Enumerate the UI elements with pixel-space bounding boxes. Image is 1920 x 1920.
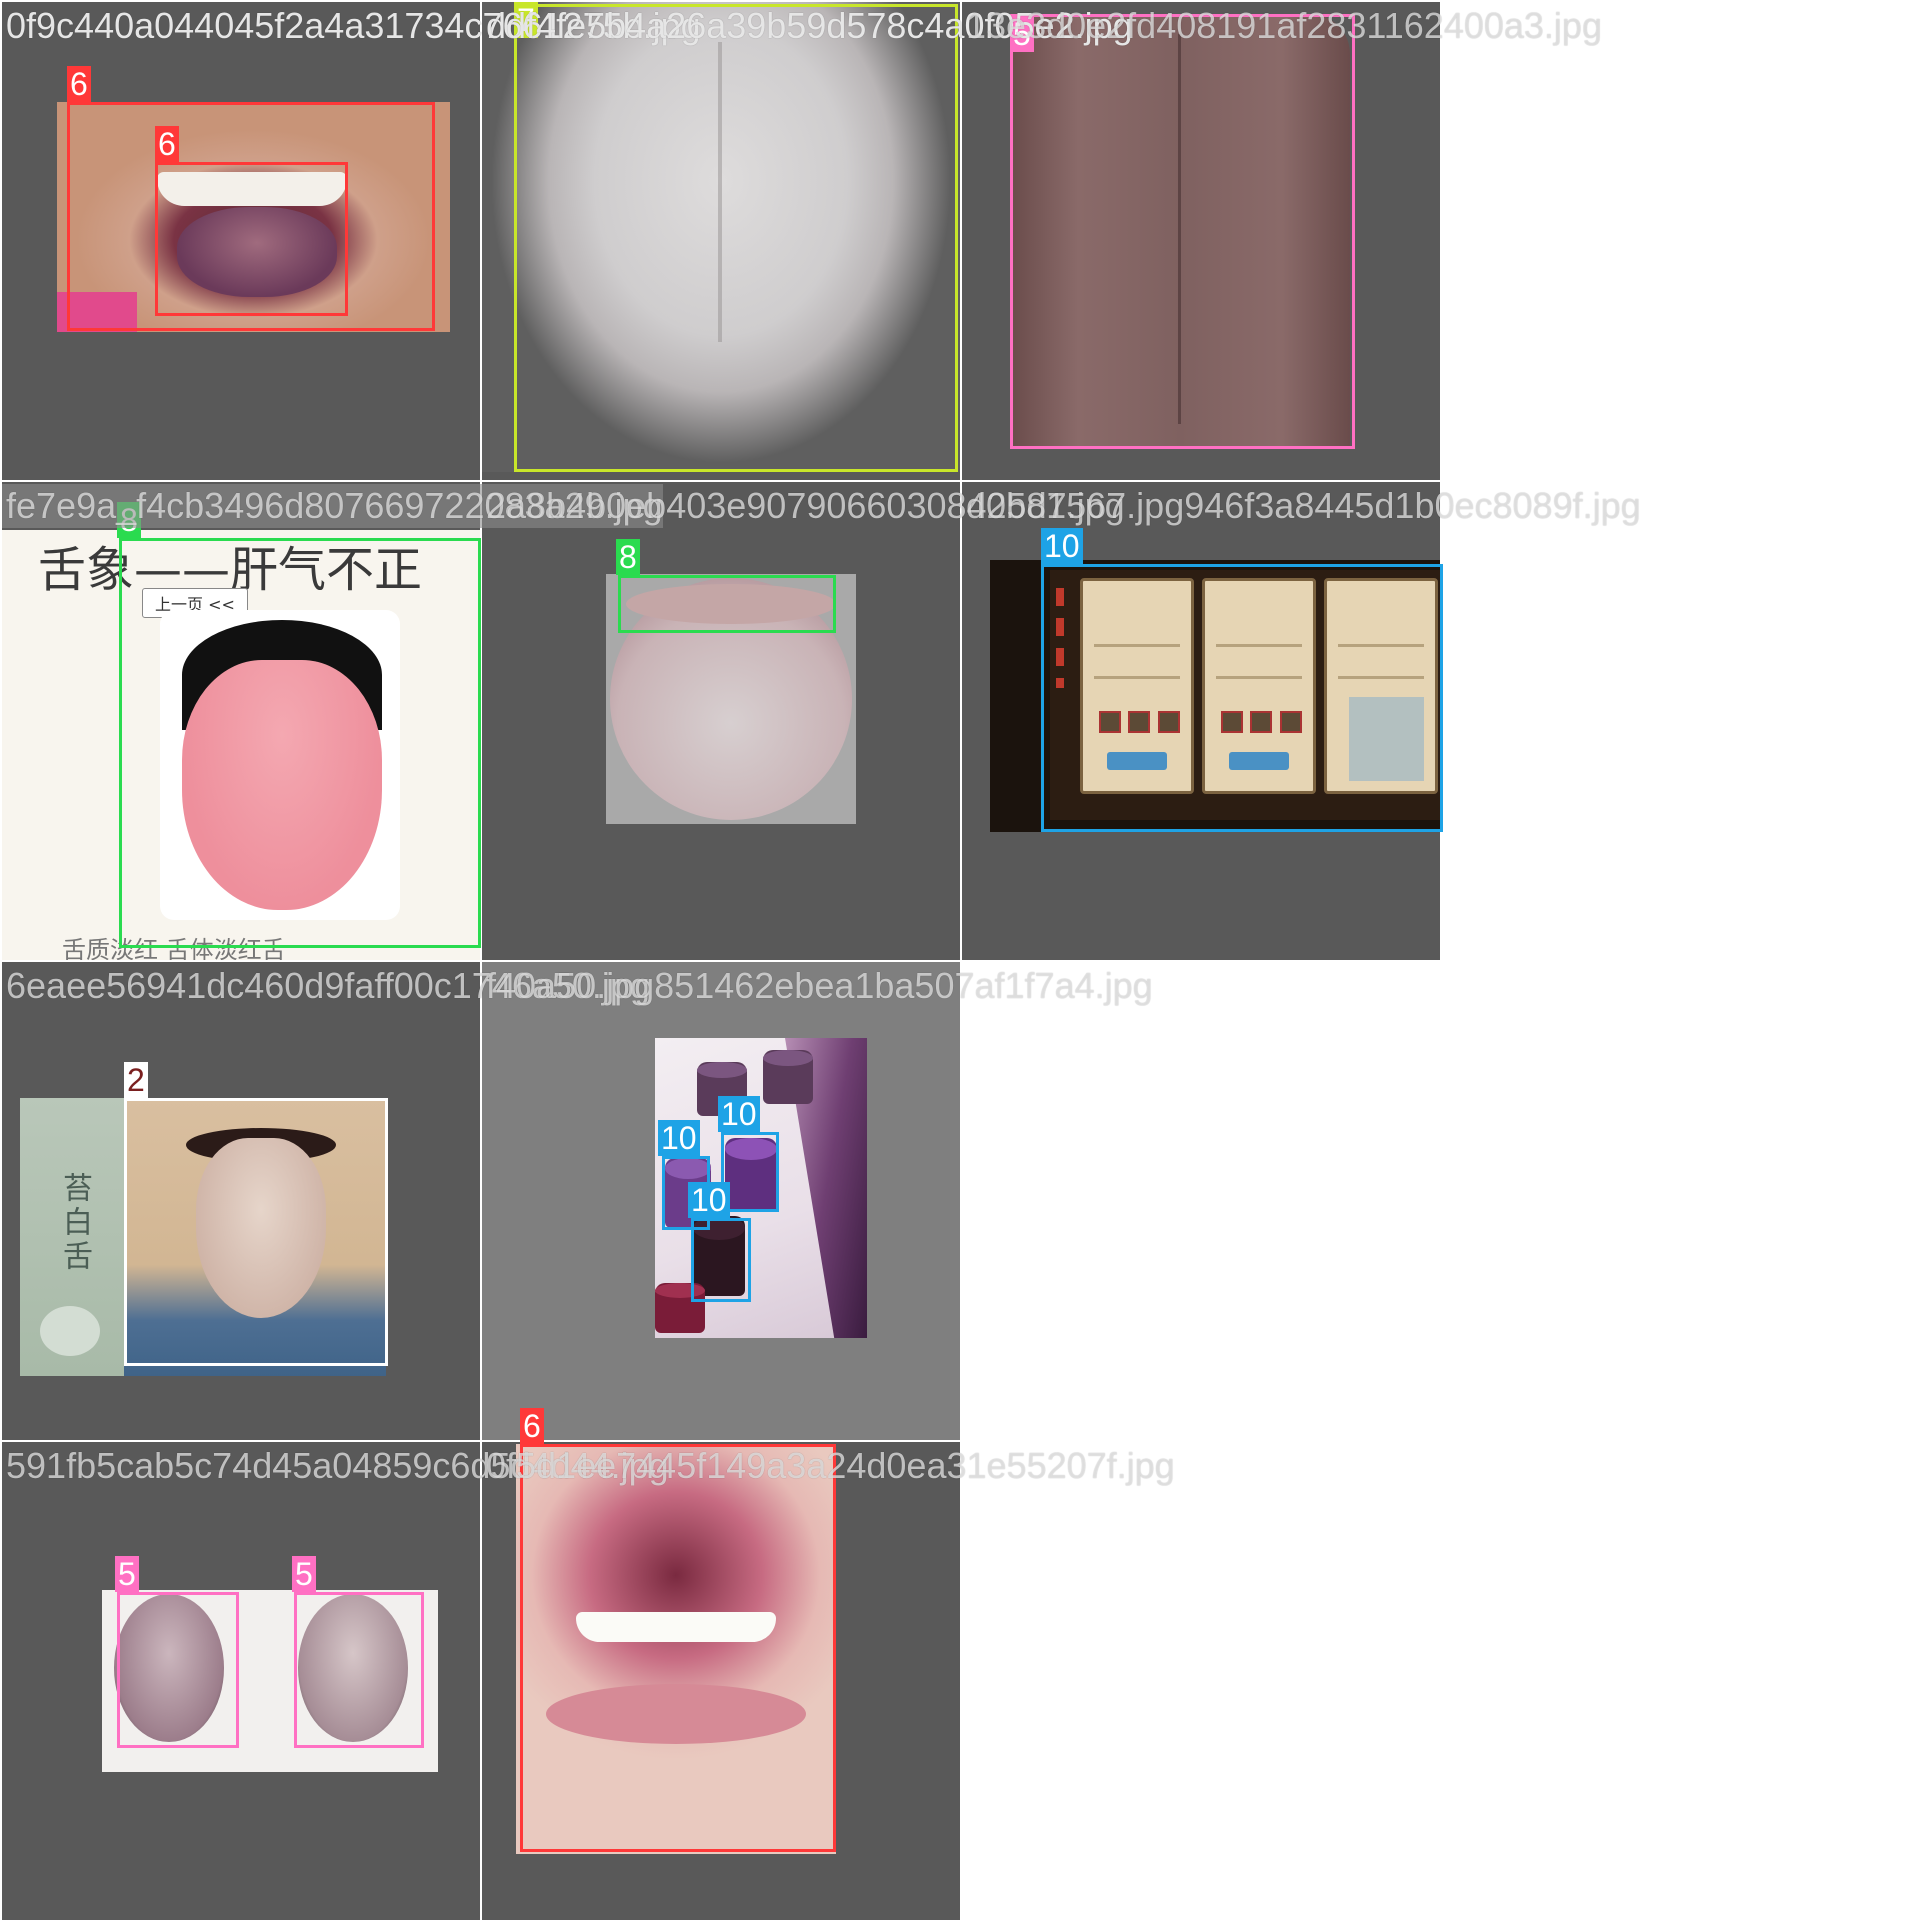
bbox-label: 6 (155, 126, 179, 162)
tile-filename: f40a50.jpg851462ebea1ba507af1f7a4.jpg (486, 965, 1153, 1006)
bbox-label: 6 (520, 1408, 544, 1444)
bbox (520, 1444, 836, 1852)
tile-7: 6eaee56941dc460d9faff00c1746a50.jpg 苔白舌 … (2, 962, 650, 1440)
bbox-label: 10 (688, 1182, 730, 1218)
bbox (294, 1592, 424, 1748)
bbox-label: 5 (115, 1556, 139, 1592)
bbox-label: 2 (124, 1062, 148, 1098)
tile-2: ddf4fe5b4a26a39b59d578c4a0f05e2.jpg 7 (482, 2, 1133, 480)
bbox (1041, 564, 1443, 832)
bbox-inner (155, 162, 348, 316)
tile-10: 0f5d1ee7445f149a3a24d0ea31e55207f.jpg 6 (482, 1408, 1175, 1920)
bbox (721, 1132, 779, 1212)
bbox-label: 10 (658, 1120, 700, 1156)
bbox-label: 8 (117, 502, 141, 538)
bbox-label: 8 (616, 539, 640, 575)
bbox-label: 10 (718, 1096, 760, 1132)
side-label: 苔白舌 (57, 1172, 92, 1274)
tile-9: 591fb5cab5c74d45a04859c6d5d4d44.jpg 5 5 (2, 1442, 669, 1920)
bbox-label: 5 (292, 1556, 316, 1592)
bbox (124, 1098, 388, 1366)
tile-6: d0b81567.jpg946f3a8445d1b0ec8089f.jpg 10 (962, 482, 1641, 960)
bbox-label: 7 (514, 2, 538, 38)
bbox (691, 1218, 751, 1302)
mosaic-grid: 0f9c440a044045f2a4a31734c7661275b.jpg 6 … (0, 0, 1920, 1920)
tile-3: 13e3d0e2fd408191af2831162400a3.jpg 5 (962, 2, 1602, 480)
bbox-label: 5 (1010, 16, 1034, 52)
bbox (117, 1592, 239, 1748)
bbox-label: 6 (67, 66, 91, 102)
bbox (618, 575, 836, 633)
tile-8: f40a50.jpg851462ebea1ba507af1f7a4.jpg 10… (482, 962, 1153, 1440)
bbox (1010, 14, 1355, 449)
tile-5: 2a8b4b0eb403e90790660308425d7.jpg 8 (482, 482, 1125, 960)
bbox (514, 4, 958, 472)
tile-4: 舌象——肝气不正 上一页 << 舌质淡红 舌体淡红舌 fe7e9a_f4cb34… (2, 482, 663, 960)
bbox (119, 538, 481, 948)
bbox-label: 10 (1041, 528, 1083, 564)
tile-1: 0f9c440a044045f2a4a31734c7661275b.jpg 6 … (2, 2, 701, 480)
tile-filename: d0b81567.jpg946f3a8445d1b0ec8089f.jpg (966, 485, 1641, 526)
